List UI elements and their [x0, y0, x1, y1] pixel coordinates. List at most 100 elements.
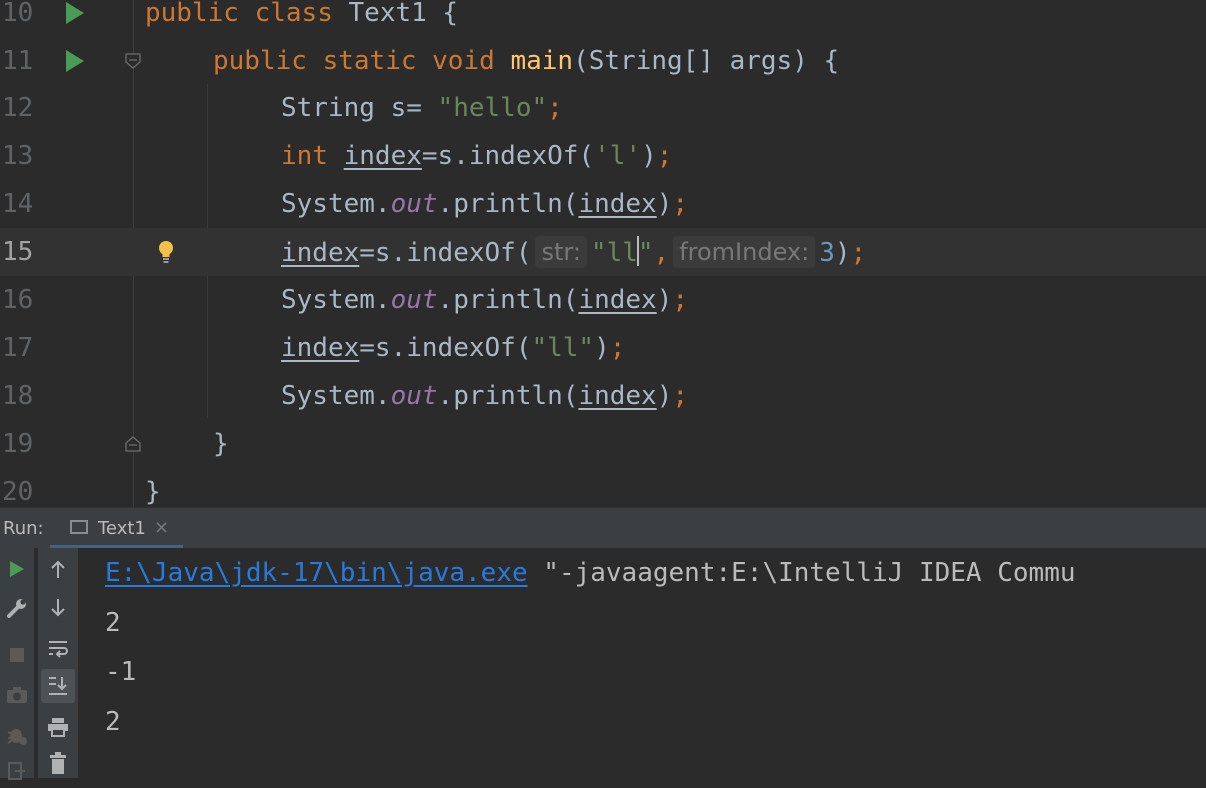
dump-threads-button[interactable]: [0, 678, 34, 712]
static-field: out: [390, 285, 438, 315]
keyword: void: [432, 46, 495, 76]
comma: ,: [653, 238, 670, 268]
trash-icon: [50, 752, 66, 774]
lightbulb-icon[interactable]: [157, 239, 175, 265]
variable-index: index: [578, 189, 657, 219]
keyword: public: [145, 0, 239, 28]
closing-brace: }: [145, 477, 161, 507]
console-window-icon: [70, 520, 88, 534]
line-number: 17: [2, 333, 34, 363]
run-main-gutter-icon[interactable]: [66, 50, 84, 72]
semicolon: ;: [850, 238, 867, 268]
rerun-button[interactable]: [0, 552, 34, 586]
code-line[interactable]: 20 }: [0, 468, 1206, 507]
exit-icon: [8, 762, 25, 780]
code-text: ): [594, 333, 610, 363]
exit-button[interactable]: [0, 754, 34, 788]
java-executable-link[interactable]: E:\Java\jdk-17\bin\java.exe: [105, 558, 528, 588]
keyword: int: [281, 141, 328, 171]
settings-button[interactable]: [0, 591, 34, 625]
fold-end-icon[interactable]: [124, 435, 142, 453]
code-line[interactable]: 17 index=s.indexOf("ll");: [0, 324, 1206, 372]
semicolon: ;: [672, 381, 689, 411]
code-text: System.: [281, 285, 391, 315]
clear-all-button[interactable]: [38, 746, 78, 780]
char-literal: 'l': [594, 141, 642, 171]
code-text: .println(: [437, 285, 579, 315]
run-toolbar-right: [38, 548, 78, 778]
code-text: =s.indexOf(: [359, 333, 532, 363]
code-line[interactable]: 13 int index=s.indexOf('l');: [0, 132, 1206, 180]
run-toolbar-left: [0, 548, 34, 780]
console-output-line: 2: [105, 608, 121, 638]
code-text: .println(: [437, 189, 579, 219]
line-number: 15: [2, 237, 34, 267]
line-number: 16: [2, 285, 34, 315]
code-line-current[interactable]: 15 index=s.indexOf(str: "ll", fromIndex: 3)…: [0, 228, 1206, 276]
line-number: 12: [2, 93, 34, 123]
code-text: String s=: [281, 93, 438, 123]
run-tool-window-header: Run: Text1 ×: [0, 507, 1206, 548]
line-number: 20: [2, 477, 34, 507]
code-text: System.: [281, 381, 391, 411]
code-line[interactable]: 12 String s= "hello";: [0, 84, 1206, 132]
code-text: ): [656, 381, 673, 411]
code-line[interactable]: 10 public class Text1 {: [0, 0, 1206, 37]
code-line[interactable]: 14 System.out.println(index);: [0, 180, 1206, 228]
code-line[interactable]: 18 System.out.println(index);: [0, 372, 1206, 420]
code-editor[interactable]: 10 public class Text1 { 11 public static…: [0, 0, 1206, 507]
class-name: Text1 {: [348, 0, 459, 28]
up-stack-trace-button[interactable]: [38, 552, 78, 586]
close-icon[interactable]: ×: [154, 517, 169, 538]
code-text: =s.indexOf(: [421, 141, 595, 171]
down-stack-trace-button[interactable]: [38, 591, 78, 625]
keyword: public: [213, 46, 307, 76]
variable-index: index: [281, 333, 360, 363]
fold-collapse-icon[interactable]: [124, 52, 142, 70]
method-name: main: [510, 46, 574, 76]
code-line[interactable]: 16 System.out.println(index);: [0, 276, 1206, 324]
string-literal: "ll": [531, 333, 595, 363]
code-text: ): [656, 189, 673, 219]
soft-wrap-icon: [49, 641, 68, 658]
stop-button[interactable]: [0, 638, 34, 672]
line-number: 19: [2, 429, 34, 459]
run-tab-text1[interactable]: Text1 ×: [50, 508, 183, 548]
string-literal: "ll: [590, 238, 638, 268]
static-field: out: [390, 381, 438, 411]
run-icon: [10, 561, 24, 577]
console-command-line: E:\Java\jdk-17\bin\java.exe "-javaagent:…: [105, 558, 1076, 588]
soft-wrap-button[interactable]: [38, 632, 78, 666]
code-text: ): [834, 238, 851, 268]
scroll-to-end-button[interactable]: [41, 669, 75, 703]
bug-settings-icon: [7, 729, 27, 745]
wrench-icon: [7, 599, 26, 618]
variable-index: index: [578, 381, 657, 411]
arrow-up-icon: [51, 560, 65, 578]
keyword: static: [322, 46, 417, 76]
semicolon: ;: [672, 285, 689, 315]
console-output-line: -1: [105, 657, 137, 687]
console-output[interactable]: E:\Java\jdk-17\bin\java.exe "-javaagent:…: [78, 548, 1206, 778]
run-label: Run:: [3, 518, 44, 539]
line-number: 14: [2, 189, 34, 219]
parameter-hint-str: str:: [535, 236, 587, 268]
string-literal: "hello": [437, 93, 548, 123]
keyword: class: [254, 0, 333, 28]
code-text: =s.indexOf(: [359, 238, 532, 268]
variable-index: index: [281, 238, 360, 268]
code-line[interactable]: 11 public static void main(String[] args…: [0, 37, 1206, 85]
print-button[interactable]: [38, 710, 78, 744]
scroll-to-end-icon: [49, 677, 67, 695]
code-line[interactable]: 19 }: [0, 420, 1206, 468]
line-number: 18: [2, 381, 34, 411]
code-text: .println(: [437, 381, 579, 411]
code-text: ): [656, 285, 673, 315]
number-literal: 3: [819, 238, 835, 268]
semicolon: ;: [547, 93, 563, 123]
run-class-gutter-icon[interactable]: [66, 2, 84, 24]
camera-icon: [7, 687, 27, 703]
closing-brace: }: [213, 429, 229, 459]
string-literal-end: ": [637, 238, 654, 268]
debug-settings-button[interactable]: [0, 718, 34, 752]
